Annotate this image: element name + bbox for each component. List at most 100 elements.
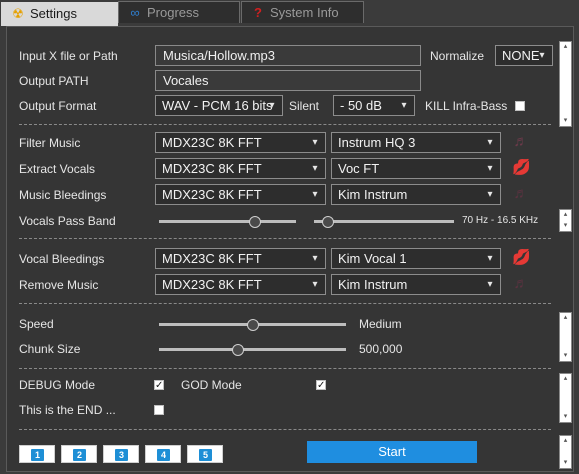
divider <box>19 303 551 304</box>
chunk-size-label: Chunk Size <box>19 342 81 356</box>
output-format-label: Output Format <box>19 99 97 113</box>
tab-progress[interactable]: ∞ Progress <box>118 1 240 23</box>
silent-label: Silent <box>289 99 320 113</box>
settings-panel: Input X file or Path Musica/Hollow.mp3 N… <box>6 26 574 472</box>
vocal-bleedings-model2-select[interactable]: Kim Vocal 1 ▾ <box>331 248 501 269</box>
arrow-down-icon[interactable]: ▾ <box>560 412 571 422</box>
vocal-bleedings-model: MDX23C 8K FFT <box>162 251 262 266</box>
music-bleedings-model2-select[interactable]: Kim Instrum ▾ <box>331 184 501 205</box>
pass-band-low-slider[interactable] <box>159 220 296 223</box>
arrow-up-icon[interactable]: ▴ <box>560 436 571 446</box>
chevron-down-icon: ▾ <box>401 100 407 111</box>
lips-icon[interactable]: 💋 <box>512 249 531 267</box>
tab-bar: ☢ Settings ∞ Progress ? System Info <box>0 0 579 26</box>
god-mode-checkbox[interactable]: ✓ <box>316 380 326 391</box>
extract-vocals-model2-select[interactable]: Voc FT ▾ <box>331 158 501 179</box>
chevron-down-icon: ▾ <box>487 137 493 148</box>
music-note-icon[interactable]: ♬ <box>512 133 530 151</box>
filter-music-model2: Instrum HQ 3 <box>338 135 416 150</box>
preset-2-button[interactable]: 2 <box>61 445 97 463</box>
preset-3-button[interactable]: 3 <box>103 445 139 463</box>
filter-music-model2-select[interactable]: Instrum HQ 3 ▾ <box>331 132 501 153</box>
remove-music-model2-select[interactable]: Kim Instrum ▾ <box>331 274 501 295</box>
chevron-down-icon: ▾ <box>312 163 318 174</box>
scrollbar[interactable]: ▴ ▾ <box>559 435 572 469</box>
start-button[interactable]: Start <box>307 441 477 463</box>
divider <box>19 368 551 369</box>
extract-vocals-label: Extract Vocals <box>19 162 96 176</box>
remove-music-model2: Kim Instrum <box>338 277 408 292</box>
tab-label: System Info <box>270 5 339 20</box>
filter-music-model: MDX23C 8K FFT <box>162 135 262 150</box>
vocal-bleedings-label: Vocal Bleedings <box>19 252 105 266</box>
chevron-down-icon: ▾ <box>487 279 493 290</box>
pass-band-low-thumb[interactable] <box>248 216 261 228</box>
output-path-field[interactable]: Vocales <box>155 70 421 91</box>
preset-5-label: 5 <box>199 449 212 461</box>
debug-mode-checkbox[interactable]: ✓ <box>154 380 164 391</box>
preset-4-label: 4 <box>157 449 170 461</box>
output-path-label: Output PATH <box>19 74 89 88</box>
preset-4-button[interactable]: 4 <box>145 445 181 463</box>
arrow-down-icon[interactable]: ▾ <box>560 221 571 231</box>
tab-label: Progress <box>147 5 200 20</box>
divider <box>19 238 551 239</box>
speed-value: Medium <box>359 317 402 331</box>
vocal-bleedings-model-select[interactable]: MDX23C 8K FFT ▾ <box>155 248 326 269</box>
chunk-size-slider[interactable] <box>159 348 346 351</box>
pass-band-high-thumb[interactable] <box>322 216 334 228</box>
kill-infra-bass-label: KILL Infra-Bass <box>425 99 508 113</box>
arrow-up-icon[interactable]: ▴ <box>560 42 571 52</box>
normalize-select[interactable]: NONE ▾ <box>495 45 553 66</box>
preset-5-button[interactable]: 5 <box>187 445 223 463</box>
filter-music-model-select[interactable]: MDX23C 8K FFT ▾ <box>155 132 326 153</box>
end-checkbox[interactable] <box>154 405 164 415</box>
kill-infra-bass-checkbox[interactable] <box>515 101 525 111</box>
end-label: This is the END ... <box>19 403 116 417</box>
scrollbar[interactable]: ▴ ▾ <box>559 209 572 232</box>
music-bleedings-model2: Kim Instrum <box>338 187 408 202</box>
silent-select[interactable]: - 50 dB ▾ <box>333 95 415 116</box>
arrow-up-icon[interactable]: ▴ <box>560 210 571 220</box>
infinity-icon: ∞ <box>130 5 140 20</box>
pass-band-value: 70 Hz - 16.5 KHz <box>462 215 539 226</box>
pass-band-high-slider[interactable] <box>314 220 454 223</box>
tab-system-info[interactable]: ? System Info <box>241 1 364 23</box>
divider <box>19 124 551 125</box>
normalize-label: Normalize <box>430 49 485 63</box>
arrow-down-icon[interactable]: ▾ <box>560 116 571 126</box>
arrow-up-icon[interactable]: ▴ <box>560 313 571 323</box>
preset-2-label: 2 <box>73 449 86 461</box>
tab-settings[interactable]: ☢ Settings <box>1 2 118 26</box>
music-bleedings-model-select[interactable]: MDX23C 8K FFT ▾ <box>155 184 326 205</box>
arrow-down-icon[interactable]: ▾ <box>560 458 571 468</box>
chunk-size-thumb[interactable] <box>231 344 244 356</box>
chevron-down-icon: ▾ <box>312 279 318 290</box>
chevron-down-icon: ▾ <box>312 137 318 148</box>
input-file-label: Input X file or Path <box>19 49 118 63</box>
extract-vocals-model2: Voc FT <box>338 161 380 176</box>
chunk-size-value: 500,000 <box>359 342 403 356</box>
music-note-icon[interactable]: ♬ <box>512 275 530 293</box>
extract-vocals-model: MDX23C 8K FFT <box>162 161 262 176</box>
question-icon: ? <box>254 5 262 20</box>
scrollbar[interactable]: ▴ ▾ <box>559 373 572 423</box>
output-format-select[interactable]: WAV - PCM 16 bits ▾ <box>155 95 283 116</box>
remove-music-model: MDX23C 8K FFT <box>162 277 262 292</box>
vocal-bleedings-model2: Kim Vocal 1 <box>338 251 407 266</box>
preset-1-button[interactable]: 1 <box>19 445 55 463</box>
speed-thumb[interactable] <box>246 319 259 331</box>
input-file-field[interactable]: Musica/Hollow.mp3 <box>155 45 421 66</box>
vocals-pass-band-label: Vocals Pass Band <box>19 214 116 228</box>
radiation-icon: ☢ <box>12 6 24 21</box>
arrow-down-icon[interactable]: ▾ <box>560 351 571 361</box>
arrow-up-icon[interactable]: ▴ <box>560 374 571 384</box>
extract-vocals-model-select[interactable]: MDX23C 8K FFT ▾ <box>155 158 326 179</box>
scrollbar[interactable]: ▴ ▾ <box>559 41 572 127</box>
remove-music-model-select[interactable]: MDX23C 8K FFT ▾ <box>155 274 326 295</box>
lips-icon[interactable]: 💋 <box>512 159 531 177</box>
scrollbar[interactable]: ▴ ▾ <box>559 312 572 362</box>
remove-music-label: Remove Music <box>19 278 99 292</box>
preset-1-label: 1 <box>31 449 44 461</box>
music-note-icon[interactable]: ♬ <box>512 185 530 203</box>
